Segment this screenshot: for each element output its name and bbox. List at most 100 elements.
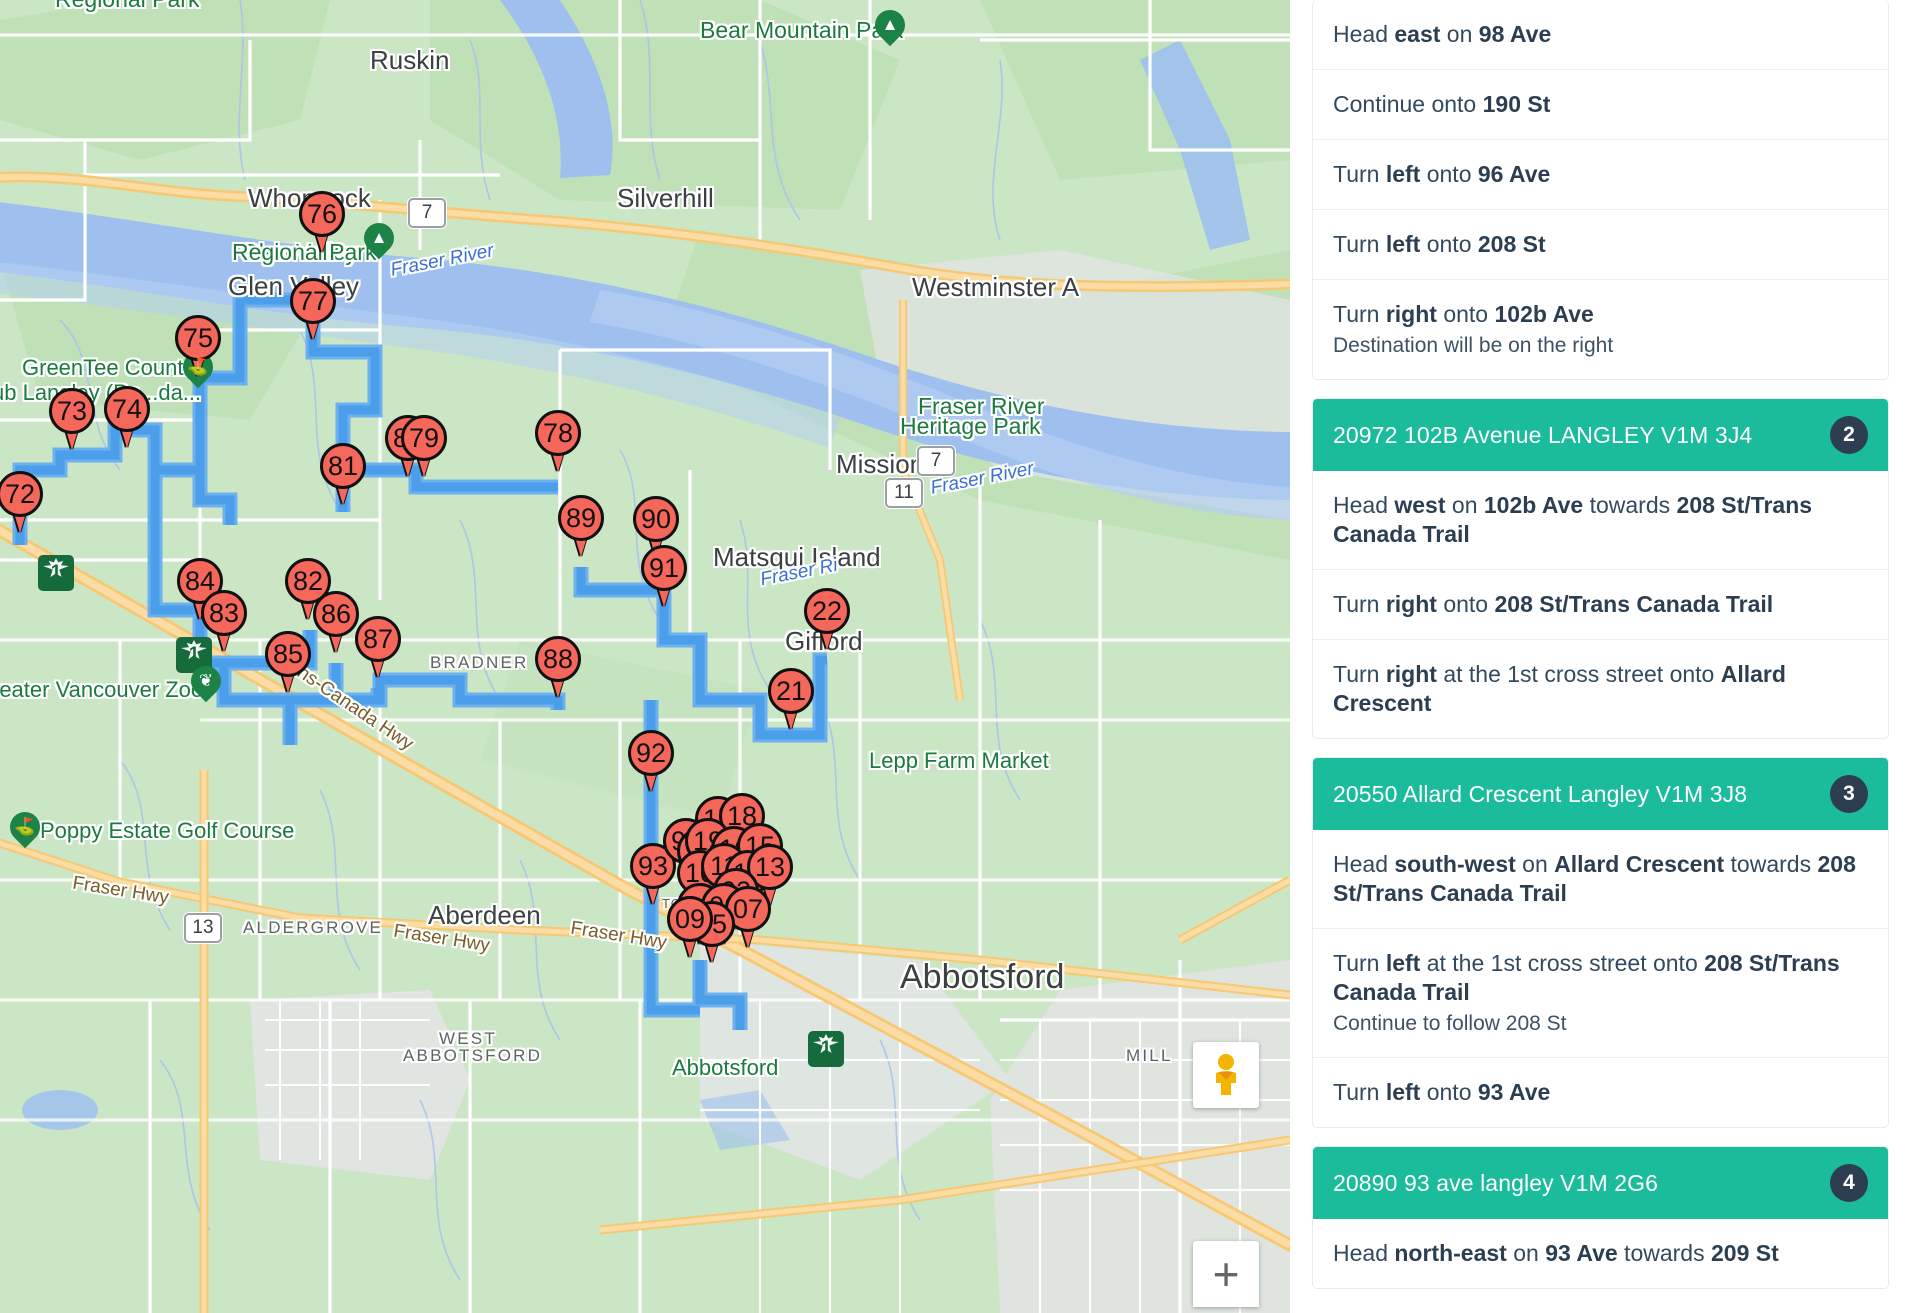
direction-card: Head east on 98 Ave Continue onto 190 St T… xyxy=(1312,0,1889,381)
stop-marker[interactable]: 72 xyxy=(0,471,43,533)
direction-step[interactable]: Turn right at the 1st cross street onto … xyxy=(1313,640,1888,738)
stop-address: 20890 93 ave langley V1M 2G6 xyxy=(1333,1169,1659,1196)
direction-step[interactable]: Turn left onto 96 Ave xyxy=(1313,140,1888,210)
marker-number: 85 xyxy=(272,639,304,669)
direction-step[interactable]: Turn right onto 208 St/Trans Canada Trai… xyxy=(1313,570,1888,641)
pegman-icon xyxy=(1216,1054,1236,1095)
direction-card: 20550 Allard Crescent Langley V1M 3J8 3 He… xyxy=(1312,757,1889,1129)
marker-number: 87 xyxy=(362,624,394,654)
stop-marker[interactable]: 85 xyxy=(265,631,311,693)
stop-header[interactable]: 20890 93 ave langley V1M 2G6 4 xyxy=(1313,1147,1888,1220)
direction-step[interactable]: Head west on 102b Ave towards 208 St/Tra… xyxy=(1313,471,1888,571)
direction-step-text: Turn left at the 1st cross street onto 2… xyxy=(1333,950,1840,1006)
poi-pin-glyph: ❦ xyxy=(198,671,214,690)
stop-header[interactable]: 20550 Allard Crescent Langley V1M 3J8 3 xyxy=(1313,758,1888,831)
poi-pin-glyph: ▲ xyxy=(881,15,899,34)
direction-step-note: Destination will be on the right xyxy=(1333,333,1614,357)
stop-header[interactable]: 20972 102B Avenue LANGLEY V1M 3J4 2 xyxy=(1313,399,1888,472)
zoom-in-label: + xyxy=(1212,1248,1240,1300)
direction-step[interactable]: Continue onto 190 St xyxy=(1313,70,1888,140)
trans-canada-shield-label: 1 xyxy=(188,644,200,665)
stop-marker[interactable]: 73 xyxy=(49,388,95,450)
stop-marker[interactable]: 92 xyxy=(628,730,674,792)
street-view-pegman-button[interactable] xyxy=(1193,1042,1259,1108)
poi-pin-glyph: ⛳ xyxy=(14,817,36,836)
tree-icon[interactable]: ▲ xyxy=(357,216,401,265)
marker-number: 74 xyxy=(111,394,143,424)
highway-shield: 13 xyxy=(184,913,222,943)
directions-panel[interactable]: Head east on 98 Ave Continue onto 190 St T… xyxy=(1290,0,1911,1313)
direction-step-text: Continue onto 190 St xyxy=(1333,90,1551,117)
direction-step[interactable]: Head south-west on Allard Crescent towar… xyxy=(1313,830,1888,930)
marker-number: 22 xyxy=(811,596,843,626)
stop-badge: 2 xyxy=(1830,416,1868,455)
direction-step[interactable]: Turn left onto 208 St xyxy=(1313,210,1888,280)
stop-marker[interactable]: 09 xyxy=(667,896,713,958)
paw-icon[interactable]: ❦ xyxy=(184,659,228,708)
direction-group: 20550 Allard Crescent Langley V1M 3J8 3 He… xyxy=(1312,757,1889,1129)
direction-card: 20890 93 ave langley V1M 2G6 4 Head north-… xyxy=(1312,1146,1889,1290)
route-planner-app: Regional ParkRuskinBear Mountain ParkWho… xyxy=(0,0,1911,1313)
marker-number: 78 xyxy=(542,418,574,448)
stop-address: 20550 Allard Crescent Langley V1M 3J8 xyxy=(1333,780,1748,807)
stop-address: 20972 102B Avenue LANGLEY V1M 3J4 xyxy=(1333,421,1753,448)
direction-card: 20972 102B Avenue LANGLEY V1M 3J4 2 Head w… xyxy=(1312,398,1889,740)
stop-marker[interactable]: 77 xyxy=(290,278,336,340)
direction-group: 20890 93 ave langley V1M 2G6 4 Head north-… xyxy=(1312,1146,1889,1290)
stop-marker[interactable]: 74 xyxy=(104,386,150,448)
golf-icon[interactable]: ⛳ xyxy=(3,805,47,854)
map-panel[interactable]: Regional ParkRuskinBear Mountain ParkWho… xyxy=(0,0,1290,1313)
direction-step[interactable]: Head north-east on 93 Ave towards 209 St xyxy=(1313,1219,1888,1288)
stop-marker[interactable]: 83 xyxy=(201,590,247,652)
highway-shield: 7 xyxy=(917,446,955,476)
stop-marker[interactable]: 86 xyxy=(313,591,359,653)
direction-step-text: Turn left onto 208 St xyxy=(1333,230,1546,257)
direction-step-text: Turn right at the 1st cross street onto … xyxy=(1333,661,1786,717)
trans-canada-shield: 1 xyxy=(38,555,74,591)
marker-number: 77 xyxy=(297,286,329,316)
direction-step-text: Turn right onto 208 St/Trans Canada Trai… xyxy=(1333,591,1774,618)
marker-number: 89 xyxy=(565,503,597,533)
direction-group: 20972 102B Avenue LANGLEY V1M 3J4 2 Head w… xyxy=(1312,398,1889,740)
direction-step-text: Head north-east on 93 Ave towards 209 St xyxy=(1333,1240,1779,1267)
marker-number: 86 xyxy=(320,599,352,629)
highway-shield: 11 xyxy=(885,478,923,508)
direction-step[interactable]: Turn left at the 1st cross street onto 2… xyxy=(1313,929,1888,1059)
zoom-in-button[interactable]: + xyxy=(1193,1241,1259,1307)
map-canvas[interactable]: Regional ParkRuskinBear Mountain ParkWho… xyxy=(0,0,1290,1313)
marker-number: 92 xyxy=(635,738,667,768)
marker-number: 76 xyxy=(306,199,338,229)
stop-marker[interactable]: 22 xyxy=(804,588,850,650)
poi-pin-glyph: ▲ xyxy=(370,228,388,247)
marker-number: 91 xyxy=(648,553,680,583)
poi-pin-glyph: ⛳ xyxy=(187,357,209,376)
direction-step[interactable]: Turn right onto 102b Ave Destination will… xyxy=(1313,280,1888,379)
marker-number: 83 xyxy=(208,598,240,628)
marker-number: 73 xyxy=(56,396,88,426)
stop-marker[interactable]: 87 xyxy=(355,616,401,678)
stop-marker[interactable]: 21 xyxy=(768,668,814,730)
stop-marker[interactable]: 89 xyxy=(558,495,604,557)
marker-number: 88 xyxy=(542,644,574,674)
marker-number: 21 xyxy=(775,676,807,706)
tree-icon[interactable]: ▲ xyxy=(868,3,912,52)
marker-number: 09 xyxy=(674,904,706,934)
stop-badge: 3 xyxy=(1830,775,1868,814)
stop-marker[interactable]: 88 xyxy=(535,636,581,698)
highway-shield: 7 xyxy=(408,198,446,228)
stop-badge: 4 xyxy=(1830,1164,1868,1203)
direction-step[interactable]: Head east on 98 Ave xyxy=(1313,0,1888,70)
stop-marker[interactable]: 78 xyxy=(535,410,581,472)
golf-icon[interactable]: ⛳ xyxy=(176,345,220,394)
stop-marker[interactable]: 76 xyxy=(299,191,345,253)
stop-marker[interactable]: 91 xyxy=(641,545,687,607)
direction-step[interactable]: Turn left onto 93 Ave xyxy=(1313,1058,1888,1127)
direction-step-text: Head west on 102b Ave towards 208 St/Tra… xyxy=(1333,492,1813,548)
stop-marker[interactable]: 81 xyxy=(320,443,366,505)
direction-step-text: Turn left onto 96 Ave xyxy=(1333,160,1551,187)
marker-number: 79 xyxy=(408,423,440,453)
direction-step-note: Continue to follow 208 St xyxy=(1333,1012,1567,1036)
direction-step-text: Turn right onto 102b Ave xyxy=(1333,300,1594,327)
stop-marker[interactable]: 79 xyxy=(401,415,447,477)
marker-number: 72 xyxy=(4,479,36,509)
